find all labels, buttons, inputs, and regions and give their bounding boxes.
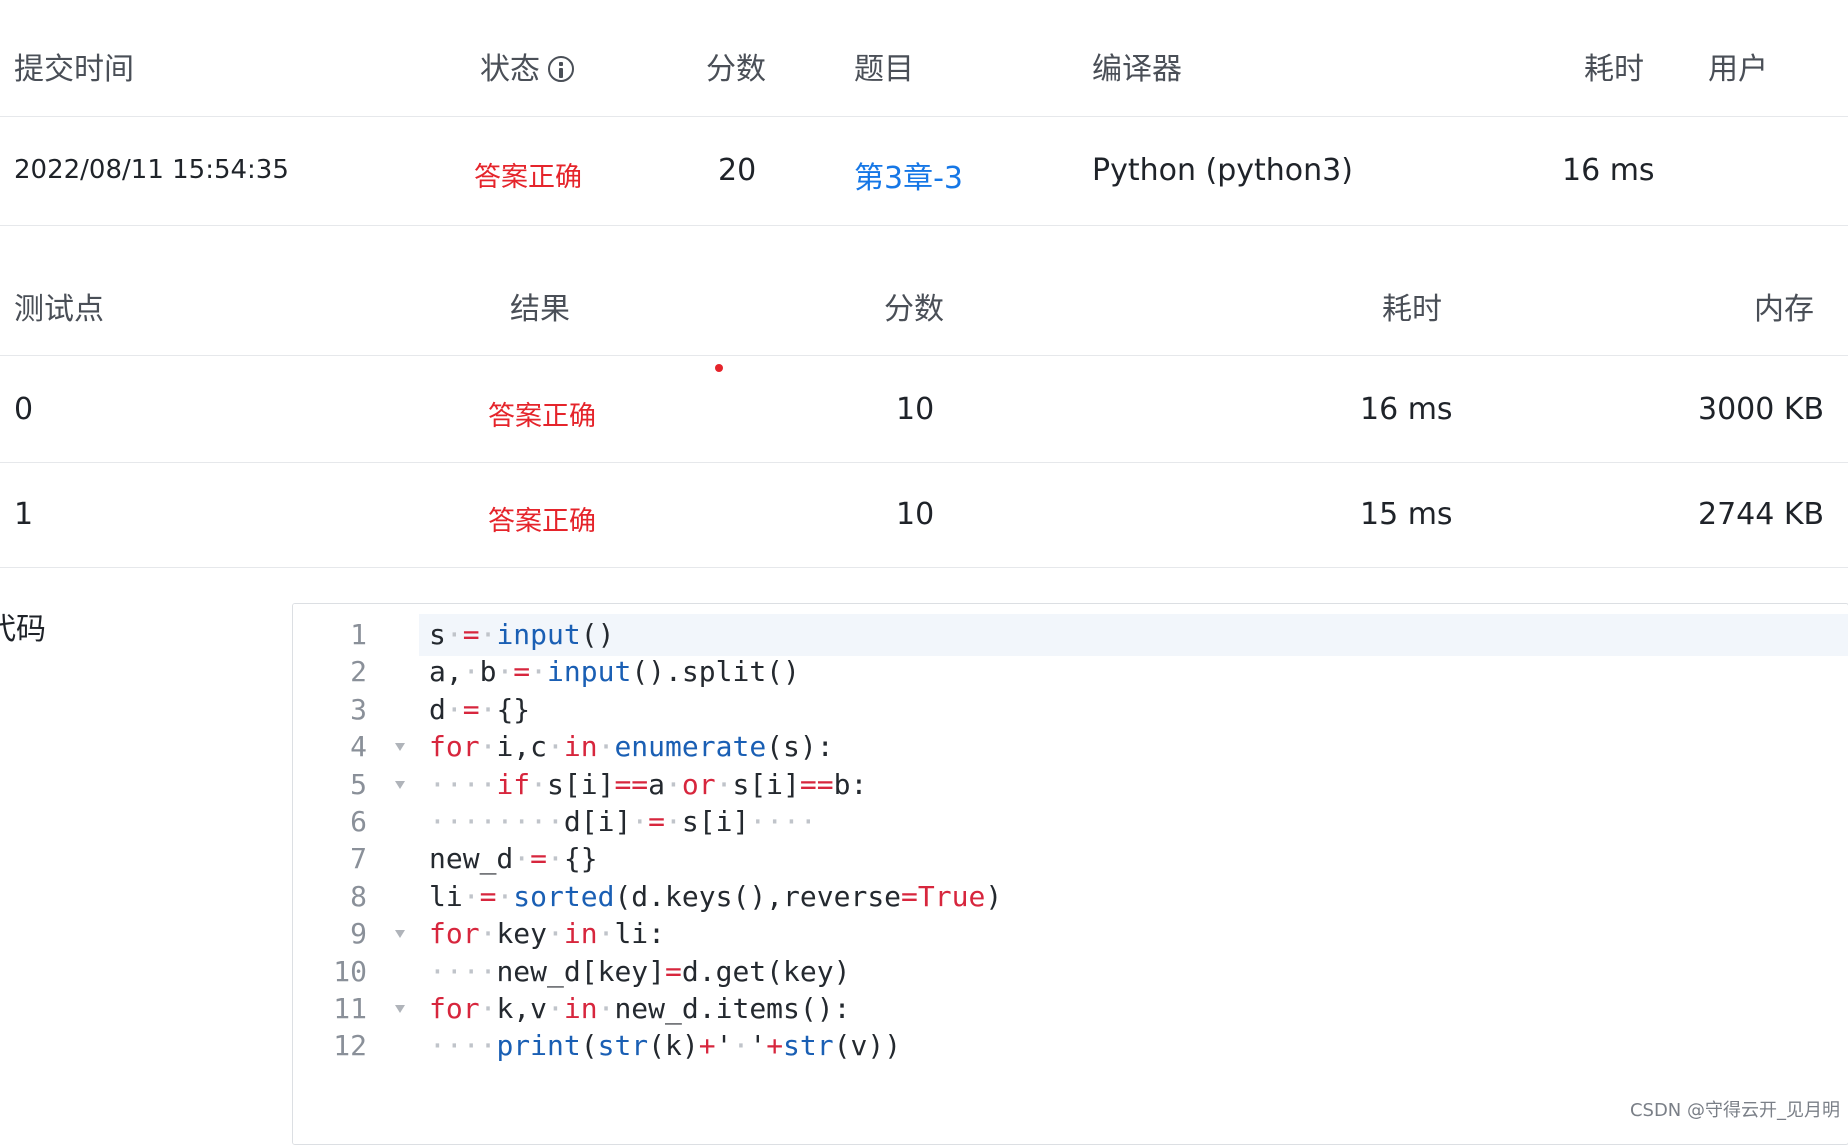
fold-toggle-icon[interactable] [395, 930, 405, 939]
test-memory: 2744 KB [1698, 497, 1825, 532]
test-result: 答案正确 [488, 401, 596, 432]
testcase-header-row: 测试点 结果 分数 耗时 内存 [0, 226, 1848, 356]
status-badge[interactable]: 答案正确 [474, 155, 582, 194]
code-editor[interactable]: 1 s·=·input() 2 a,·b·=·input().split() 3 d·=·… [292, 603, 1848, 1145]
header-status: 状态 [480, 44, 574, 88]
line-number: 12 [333, 1029, 367, 1063]
fold-toggle-icon[interactable] [395, 780, 405, 789]
info-icon[interactable] [548, 56, 574, 82]
code-text: ····print(str(k)+'·'+str(v)) [429, 1029, 902, 1063]
test-elapsed: 16 ms [1360, 392, 1453, 427]
header-testcase-score: 分数 [884, 292, 944, 327]
header-compiler: 编译器 [1092, 52, 1182, 87]
fold-toggle-icon[interactable] [395, 1005, 405, 1013]
header-memory: 内存 [1754, 292, 1814, 327]
header-problem: 题目 [854, 52, 914, 87]
testcase-row: 0 答案正确 10 16 ms 3000 KB [0, 356, 1848, 463]
header-user: 用户 [1708, 52, 1768, 87]
test-score: 10 [896, 392, 935, 427]
test-elapsed: 15 ms [1360, 497, 1453, 532]
header-elapsed: 耗时 [1584, 52, 1644, 87]
test-point: 0 [14, 392, 34, 427]
code-section-label: 代码 [0, 612, 46, 647]
submission-elapsed: 16 ms [1562, 153, 1655, 188]
code-line[interactable]: 12 ····print(str(k)+'·'+str(v)) [293, 1024, 1848, 1068]
header-status-label: 状态 [480, 52, 540, 87]
header-testcase-elapsed: 耗时 [1382, 292, 1442, 327]
test-memory: 3000 KB [1698, 392, 1825, 427]
testcase-row: 1 答案正确 10 15 ms 2744 KB [0, 463, 1848, 568]
test-score: 10 [896, 497, 935, 532]
submission-score: 20 [718, 153, 757, 188]
submission-row: 2022/08/11 15:54:35 答案正确 20 第3章-3 Python… [0, 117, 1848, 226]
header-result: 结果 [510, 292, 570, 327]
fold-toggle-icon[interactable] [395, 743, 405, 752]
compiler-name: Python (python3) [1092, 153, 1353, 188]
header-test-point: 测试点 [14, 292, 104, 327]
submission-header-row: 提交时间 状态 分数 题目 编译器 耗时 用户 [0, 0, 1848, 117]
test-point: 1 [14, 497, 34, 532]
header-submit-time: 提交时间 [14, 52, 134, 87]
problem-link[interactable]: 第3章-3 [854, 153, 963, 197]
submit-time: 2022/08/11 15:54:35 [14, 155, 289, 185]
watermark: CSDN @守得云开_见月明 [1629, 1100, 1840, 1121]
header-score: 分数 [706, 52, 766, 87]
test-result: 答案正确 [488, 506, 596, 537]
